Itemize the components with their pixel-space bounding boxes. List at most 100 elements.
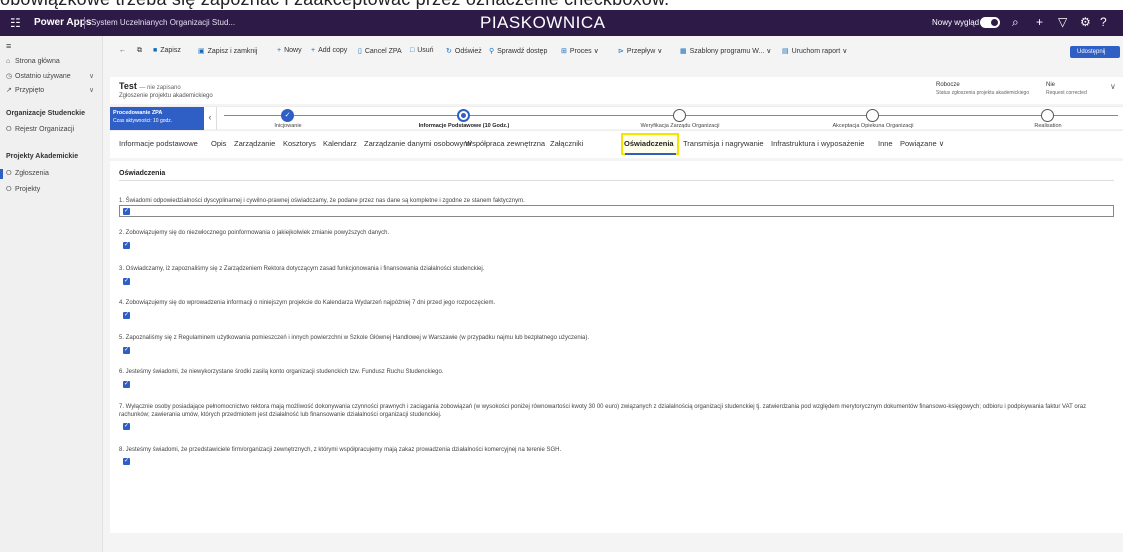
stage-label[interactable]: Weryfikacja Zarządu Organizacji <box>640 123 719 129</box>
sidebar-item-registry[interactable]: ⭘ Rejestr Organizacji <box>6 126 74 134</box>
word-templates-menu[interactable]: ▦ Szablony programu W... ∨ <box>680 47 771 55</box>
business-process-flow: Procedowanie ZPA Czas aktywności: 10 god… <box>110 106 1123 130</box>
tab-management[interactable]: Zarządzanie <box>234 139 275 148</box>
chevron-down-icon: ∨ <box>593 48 599 55</box>
stage-label[interactable]: Inicjowanie <box>274 123 301 129</box>
app-name[interactable]: Power Apps <box>34 17 91 28</box>
stage-dot-completed[interactable]: ✓ <box>281 109 294 122</box>
stage-label[interactable]: Informacje Podstawowe (10 Godz.) <box>419 123 510 129</box>
popout-icon[interactable]: ⧉ <box>137 47 142 55</box>
chevron-down-icon: ∨ <box>657 48 663 55</box>
process-name-flyout[interactable]: Procedowanie ZPA Czas aktywności: 10 god… <box>110 107 204 130</box>
entity-icon: ⭘ <box>6 170 12 177</box>
declaration-checkbox[interactable]: ✓ <box>123 381 130 388</box>
declaration-checkbox[interactable]: ✓ <box>123 208 130 215</box>
tab-broadcast[interactable]: Transmisja i nagrywanie <box>683 139 764 148</box>
status-label: Status zgłoszenia projektu akademickiego <box>936 90 1030 96</box>
refresh-label: Odśwież <box>454 48 482 55</box>
refresh-button[interactable]: ↻ Odśwież <box>446 47 482 55</box>
chevron-down-icon[interactable]: ∨ <box>1110 82 1116 91</box>
delete-button[interactable]: □ Usuń <box>410 47 434 54</box>
tab-budget[interactable]: Kosztorys <box>283 139 316 148</box>
help-icon[interactable]: ? <box>1100 15 1107 29</box>
declaration-checkbox[interactable]: ✓ <box>123 312 130 319</box>
add-copy-button[interactable]: + Add copy <box>311 47 347 54</box>
command-bar: ← ⧉ ■ Zapisz ▣ Zapisz i zamknij + Nowy + Add… <box>110 43 1123 60</box>
record-entity-name: Zgłoszenie projektu akademickiego <box>119 93 213 99</box>
stage-dot-current[interactable] <box>457 109 470 122</box>
gear-icon[interactable]: ⚙ <box>1080 15 1091 29</box>
chevron-down-icon[interactable]: ∨ <box>89 72 94 80</box>
tab-description[interactable]: Opis <box>211 139 226 148</box>
tab-attachments[interactable]: Załączniki <box>550 139 583 148</box>
sidebar-item-submissions[interactable]: ⭘ Zgłoszenia <box>6 170 49 178</box>
stage-label[interactable]: Realisation <box>1034 123 1061 129</box>
environment-name[interactable]: System Uczelnianych Organizacji Stud... <box>91 18 235 27</box>
tab-calendar[interactable]: Kalendarz <box>323 139 357 148</box>
save-button[interactable]: ■ Zapisz <box>153 47 181 54</box>
sidebar-item-label: Rejestr Organizacji <box>15 126 75 133</box>
declaration-checkbox[interactable]: ✓ <box>123 278 130 285</box>
instruction-caption: obowiązkowe trzeba się zapoznać i zaakce… <box>0 0 1123 10</box>
process-active-time: Czas aktywności: 10 godz. <box>113 118 173 124</box>
stage-dot[interactable] <box>866 109 879 122</box>
back-button[interactable]: ← <box>119 47 126 54</box>
report-icon: ▤ <box>782 48 789 55</box>
declaration-checkbox[interactable]: ✓ <box>123 423 130 430</box>
clock-icon: ◷ <box>6 73 13 80</box>
declaration-checkbox[interactable]: ✓ <box>123 242 130 249</box>
tab-related[interactable]: Powiązane ∨ <box>900 139 944 148</box>
section-title: Oświadczenia <box>119 170 166 177</box>
new-button[interactable]: + Nowy <box>277 47 302 54</box>
plus-icon[interactable]: + <box>1036 15 1043 29</box>
stage-dot[interactable] <box>673 109 686 122</box>
status-value: Robocze <box>936 82 960 88</box>
sidebar-item-home[interactable]: ⌂ Strona główna <box>6 58 60 65</box>
search-icon[interactable]: ⌕ <box>1012 15 1019 30</box>
declaration-checkbox[interactable]: ✓ <box>123 458 130 465</box>
declarations-section: Oświadczenia 1. Świadomi odpowiedzialnoś… <box>110 161 1123 533</box>
flow-menu[interactable]: ⊳ Przepływ ∨ <box>618 47 662 55</box>
save-close-button[interactable]: ▣ Zapisz i zamknij <box>198 47 257 55</box>
key-icon: ⚲ <box>489 48 495 55</box>
chevron-down-icon[interactable]: ∨ <box>89 86 94 94</box>
cancel-zpa-button[interactable]: ▯ Cancel ZPA <box>358 47 402 55</box>
sidebar-item-pinned[interactable]: ↗ Przypięto <box>6 86 44 94</box>
share-button[interactable]: Udostępnij <box>1070 46 1120 58</box>
declaration-question: 5. Zapoznaliśmy się z Regulaminem użytko… <box>119 335 589 341</box>
sidebar-item-recent[interactable]: ◷ Ostatnio używane <box>6 72 71 80</box>
tab-basic-info[interactable]: Informacje podstawowe <box>119 139 198 148</box>
request-corrected-label: Request corrected <box>1046 90 1087 96</box>
tab-infrastructure[interactable]: Infrastruktura i wyposażenie <box>771 139 864 148</box>
process-menu[interactable]: ⊞ Proces ∨ <box>561 47 599 55</box>
declaration-question: 8. Jesteśmy świadomi, że przedstawiciele… <box>119 447 562 453</box>
filter-icon[interactable]: ▽ <box>1058 15 1067 29</box>
sidebar-item-label: Projekty <box>15 186 41 193</box>
waffle-icon[interactable]: ☷ <box>10 16 21 30</box>
tab-other[interactable]: Inne <box>878 139 893 148</box>
request-corrected-value: Nie <box>1046 82 1056 88</box>
chevron-left-icon[interactable]: ‹ <box>204 107 217 130</box>
refresh-icon: ↻ <box>446 48 452 55</box>
form-tabs: Informacje podstawowe Opis Zarządzanie K… <box>110 130 1123 158</box>
chevron-down-icon: ∨ <box>938 139 945 148</box>
sidebar-item-projects[interactable]: ⭘ Projekty <box>6 186 40 194</box>
chevron-down-icon: ∨ <box>842 48 848 55</box>
record-title: Test — nie zapisano <box>119 81 181 91</box>
chevron-down-icon: ∨ <box>766 48 772 55</box>
run-report-menu[interactable]: ▤ Uruchom raport ∨ <box>782 47 847 55</box>
hamburger-icon[interactable]: ≡ <box>6 41 11 51</box>
stage-dot[interactable] <box>1041 109 1054 122</box>
declaration-question: 2. Zobowiązujemy się do niezwłocznego po… <box>119 230 390 236</box>
stage-label[interactable]: Akceptacja Opiekuna Organizacji <box>832 123 913 129</box>
entity-icon: ⭘ <box>6 186 12 193</box>
tab-personal-data[interactable]: Zarządzanie danymi osobowymi <box>364 139 471 148</box>
sidebar-item-label: Przypięto <box>15 87 45 94</box>
cancel-zpa-label: Cancel ZPA <box>364 48 402 55</box>
new-look-toggle[interactable] <box>980 17 1000 28</box>
tab-declarations[interactable]: Oświadczenia <box>624 139 674 148</box>
tab-external-cooperation[interactable]: Współpraca zewnętrzna <box>465 139 545 148</box>
check-access-button[interactable]: ⚲ Sprawdź dostęp <box>489 47 547 55</box>
declaration-checkbox[interactable]: ✓ <box>123 347 130 354</box>
sidebar-group-organizations: Organizacje Studenckie <box>6 110 85 117</box>
